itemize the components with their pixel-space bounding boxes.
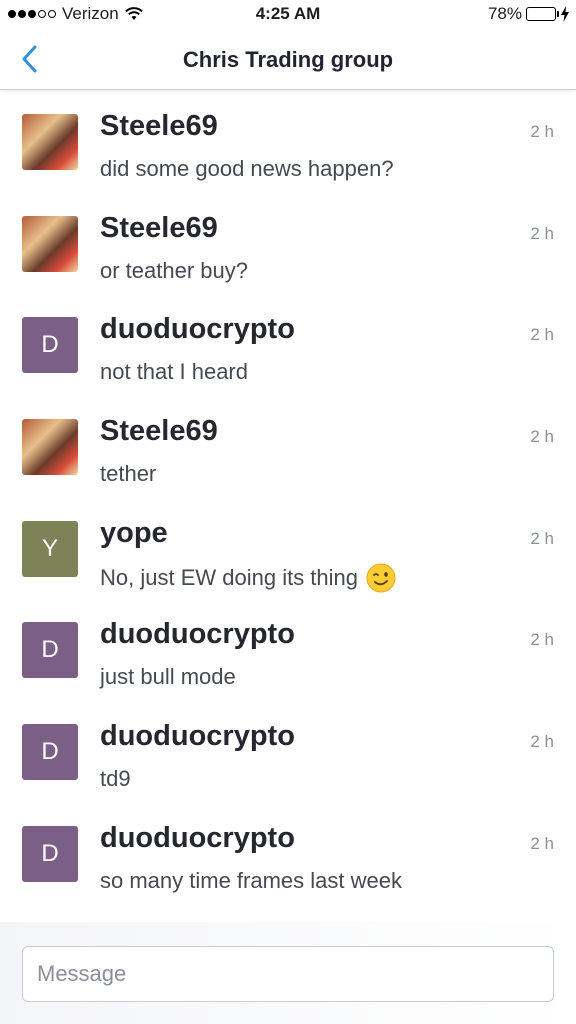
charging-bolt-icon (561, 6, 569, 22)
message-text-row: did some good news happen? (100, 156, 394, 182)
sender-name[interactable]: duoduocrypto (100, 822, 295, 855)
message-text-row: so many time frames last week (100, 868, 402, 894)
avatar-initial: D (41, 331, 59, 359)
message-input[interactable] (22, 946, 554, 1002)
avatar[interactable]: D (22, 724, 78, 781)
avatar[interactable]: D (22, 317, 78, 374)
avatar-initial: D (41, 839, 59, 867)
message-item[interactable]: Yyope 2 h No, just EW doing its thing (0, 499, 576, 601)
message-item[interactable]: Dduoduocrypto 2 h td9 (0, 702, 576, 804)
avatar-initial: D (41, 738, 59, 766)
message-timestamp: 2 h (530, 630, 554, 650)
message-item[interactable]: Steele69 2 h did some good news happen? (0, 92, 576, 194)
message-timestamp: 2 h (530, 325, 554, 345)
battery-percent: 78% (487, 4, 522, 23)
message-text: did some good news happen? (100, 156, 394, 181)
message-text-row: td9 (100, 766, 131, 792)
avatar[interactable]: D (22, 825, 78, 882)
message-item[interactable]: Steele69 2 h tether (0, 397, 576, 499)
message-timestamp: 2 h (530, 223, 554, 243)
navigation-bar: Chris Trading group (0, 30, 576, 90)
message-text: or teather buy? (100, 257, 248, 283)
avatar[interactable] (22, 114, 78, 170)
sender-name[interactable]: duoduocrypto (100, 313, 295, 346)
status-bar: Verizon 4:25 AM 78% (0, 0, 576, 30)
message-list[interactable]: Steele69 2 h did some good news happen? Ste… (0, 92, 576, 906)
message-timestamp: 2 h (530, 427, 554, 447)
message-text: No, just EW doing its thing (100, 564, 359, 590)
sender-name[interactable]: yope (100, 517, 168, 550)
avatar-initial: Y (41, 534, 58, 562)
message-text-row: not that I heard (100, 359, 248, 385)
battery-icon (526, 7, 559, 21)
message-text: not that I heard (100, 359, 248, 385)
message-text: so many time frames last week (100, 867, 402, 893)
sender-name[interactable]: Steele69 (100, 110, 218, 143)
message-timestamp: 2 h (530, 833, 554, 853)
sender-name[interactable]: duoduocrypto (100, 618, 295, 651)
message-timestamp: 2 h (530, 732, 554, 752)
composer (0, 922, 576, 1024)
message-timestamp: 2 h (530, 528, 554, 548)
message-text-row: just bull mode (100, 664, 236, 690)
avatar[interactable]: Y (22, 520, 78, 577)
avatar[interactable] (22, 215, 78, 272)
message-text-row: or teather buy? (100, 258, 248, 284)
chat-title: Chris Trading group (182, 47, 394, 72)
message-text: tether (100, 461, 157, 487)
message-item[interactable]: Steele69 2 h or teather buy? (0, 194, 576, 296)
message-item[interactable]: Dduoduocrypto 2 h just bull mode (0, 600, 576, 702)
message-text: just bull mode (100, 664, 236, 690)
battery-info: 78% (488, 4, 570, 24)
message-timestamp: 2 h (530, 122, 554, 141)
avatar[interactable]: D (22, 622, 78, 679)
winking-face-icon (366, 563, 396, 593)
message-text-row: tether (100, 461, 156, 487)
avatar[interactable] (22, 419, 78, 476)
sender-name[interactable]: Steele69 (100, 212, 218, 245)
sender-name[interactable]: duoduocrypto (100, 720, 295, 753)
message-text-row: No, just EW doing its thing (100, 563, 396, 593)
message-item[interactable]: Dduoduocrypto 2 h so many time frames last… (0, 804, 576, 906)
avatar-initial: D (41, 636, 59, 664)
sender-name[interactable]: Steele69 (100, 415, 218, 448)
message-text: td9 (100, 766, 131, 792)
message-item[interactable]: Dduoduocrypto 2 h not that I heard (0, 295, 576, 397)
